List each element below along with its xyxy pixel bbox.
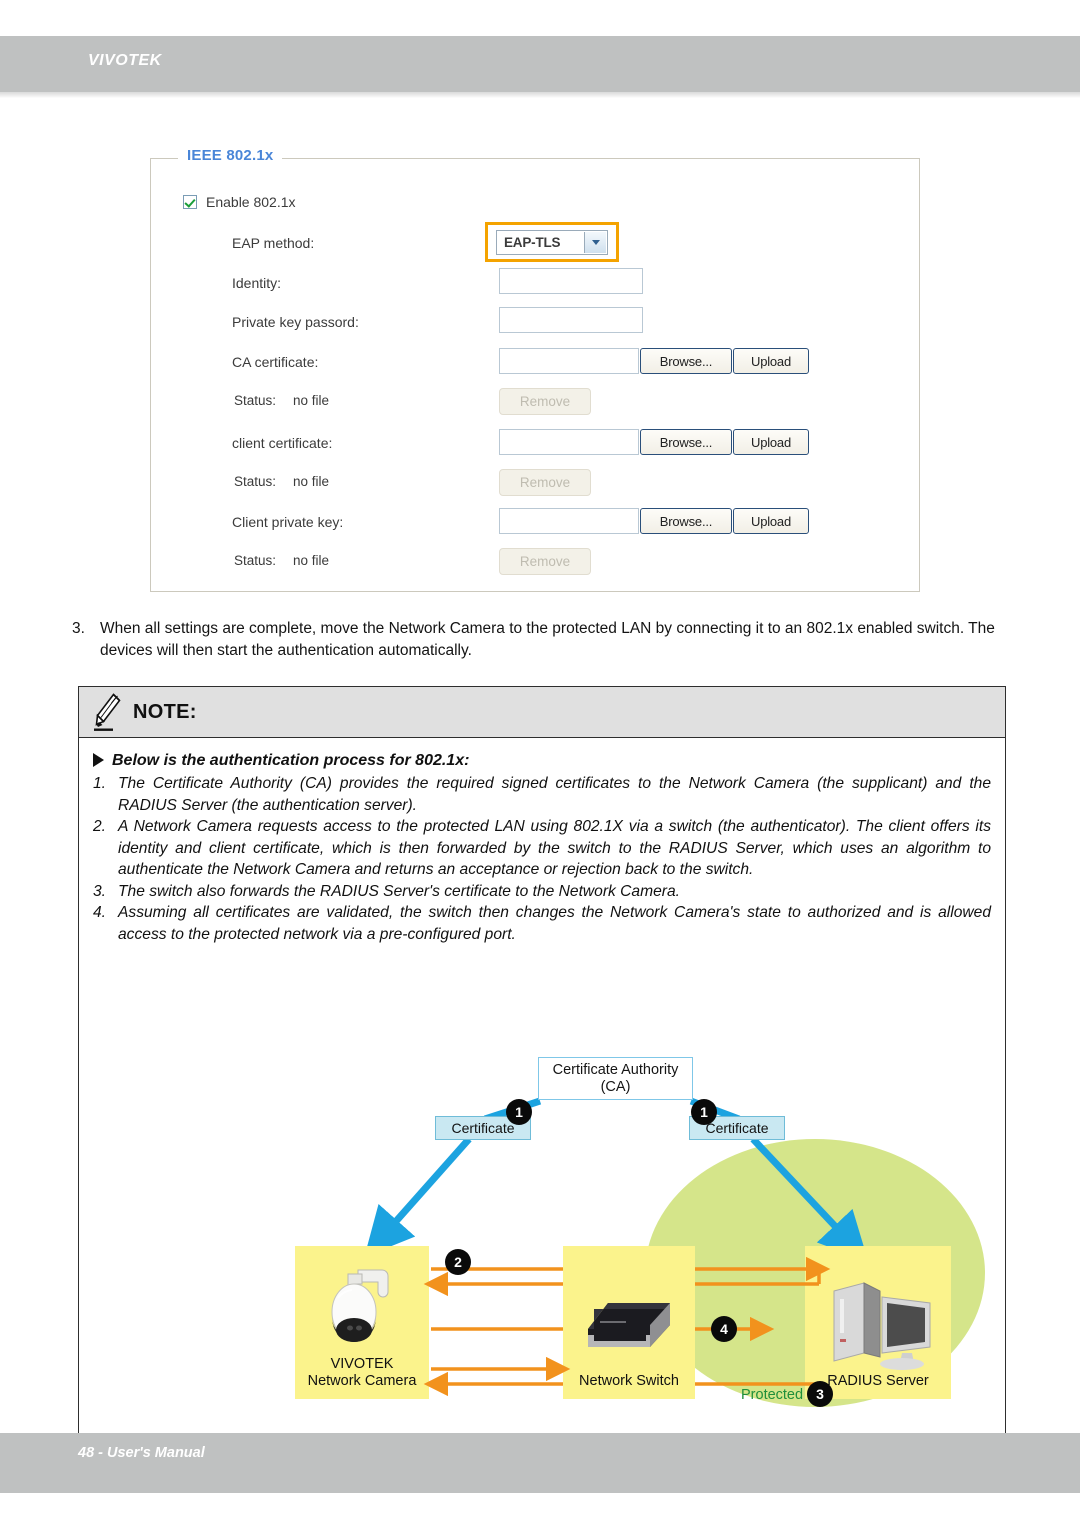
header-shadow bbox=[0, 92, 1080, 98]
client-certificate-input[interactable] bbox=[499, 429, 639, 455]
list-item-text: A Network Camera requests access to the … bbox=[118, 818, 991, 879]
private-key-input[interactable] bbox=[499, 307, 643, 333]
client-certificate-upload-button[interactable]: Upload bbox=[733, 429, 809, 455]
client-key-status-value: no file bbox=[293, 553, 330, 568]
client-key-status-label: Status: bbox=[234, 553, 277, 568]
client-cert-status-value: no file bbox=[293, 474, 330, 489]
list-item-number: 2. bbox=[93, 818, 107, 836]
eap-method-label: EAP method: bbox=[232, 235, 315, 251]
ca-certificate-browse-button[interactable]: Browse... bbox=[640, 348, 732, 374]
brand-logo: VIVOTEK bbox=[88, 52, 162, 69]
list-item: 3. The switch also forwards the RADIUS S… bbox=[93, 881, 991, 903]
top-header-bar: VIVOTEK bbox=[0, 36, 1080, 92]
client-private-key-upload-button[interactable]: Upload bbox=[733, 508, 809, 534]
note-intro-text: Below is the authentication process for … bbox=[112, 752, 470, 769]
ca-certificate-input[interactable] bbox=[499, 348, 639, 374]
identity-input[interactable] bbox=[499, 268, 643, 294]
chevron-down-icon[interactable] bbox=[584, 231, 606, 253]
ca-status-label: Status: bbox=[234, 393, 277, 408]
ca-certificate-upload-button[interactable]: Upload bbox=[733, 348, 809, 374]
note-header: NOTE: bbox=[79, 687, 1005, 738]
client-certificate-label: client certificate: bbox=[232, 435, 333, 451]
list-item: 2. A Network Camera requests access to t… bbox=[93, 816, 991, 881]
list-item-text: Assuming all certificates are validated,… bbox=[118, 904, 991, 943]
client-private-key-browse-button[interactable]: Browse... bbox=[640, 508, 732, 534]
panel-legend: IEEE 802.1x bbox=[178, 147, 283, 164]
ca-certificate-label: CA certificate: bbox=[232, 354, 319, 370]
client-private-key-label: Client private key: bbox=[232, 514, 344, 530]
step-3-paragraph: 3. When all settings are complete, move … bbox=[72, 618, 1014, 663]
pencil-icon bbox=[93, 691, 123, 733]
eap-method-select[interactable]: EAP-TLS bbox=[496, 229, 608, 255]
client-certificate-browse-button[interactable]: Browse... bbox=[640, 429, 732, 455]
step-badge-3: 3 bbox=[807, 1381, 833, 1407]
private-key-label: Private key passord: bbox=[232, 314, 359, 330]
step-badge-1-left: 1 bbox=[506, 1099, 532, 1125]
step-badge-1-right: 1 bbox=[691, 1099, 717, 1125]
list-item: 4. Assuming all certificates are validat… bbox=[93, 902, 991, 945]
orange-arrow-layer bbox=[423, 1256, 831, 1397]
list-item-number: 4. bbox=[93, 904, 107, 922]
enable-8021x-row[interactable]: Enable 802.1x bbox=[183, 194, 296, 210]
step-3-number: 3. bbox=[72, 620, 85, 637]
ca-status-value: no file bbox=[293, 393, 330, 408]
list-item-text: The switch also forwards the RADIUS Serv… bbox=[118, 882, 680, 900]
note-title: NOTE: bbox=[133, 700, 197, 723]
client-cert-status-label: Status: bbox=[234, 474, 277, 489]
client-private-key-input[interactable] bbox=[499, 508, 639, 534]
eap-method-highlight: EAP-TLS bbox=[485, 222, 619, 262]
eap-method-value: EAP-TLS bbox=[504, 234, 561, 250]
list-item-number: 1. bbox=[93, 775, 107, 792]
list-item-number: 3. bbox=[93, 882, 107, 900]
step-badge-2: 2 bbox=[445, 1249, 471, 1275]
note-item-list: 1. The Certificate Authority (CA) provid… bbox=[93, 773, 991, 945]
step-badge-4: 4 bbox=[711, 1316, 737, 1342]
list-item: 1. The Certificate Authority (CA) provid… bbox=[93, 773, 991, 816]
authentication-process-diagram: Certificate Authority (CA) Certificate C… bbox=[93, 1057, 991, 1457]
ca-certificate-remove-button[interactable]: Remove bbox=[499, 388, 591, 415]
client-private-key-remove-button[interactable]: Remove bbox=[499, 548, 591, 575]
step-3-text: When all settings are complete, move the… bbox=[100, 620, 995, 660]
identity-label: Identity: bbox=[232, 275, 282, 291]
note-box: NOTE: Below is the authentication proces… bbox=[78, 686, 1006, 1440]
note-intro: Below is the authentication process for … bbox=[93, 751, 991, 770]
enable-8021x-checkbox[interactable] bbox=[183, 195, 197, 209]
list-item-text: The Certificate Authority (CA) provides … bbox=[118, 775, 991, 814]
enable-8021x-label: Enable 802.1x bbox=[206, 194, 296, 210]
triangle-bullet-icon bbox=[93, 753, 104, 767]
client-certificate-remove-button[interactable]: Remove bbox=[499, 469, 591, 496]
note-body: Below is the authentication process for … bbox=[79, 739, 1005, 1407]
